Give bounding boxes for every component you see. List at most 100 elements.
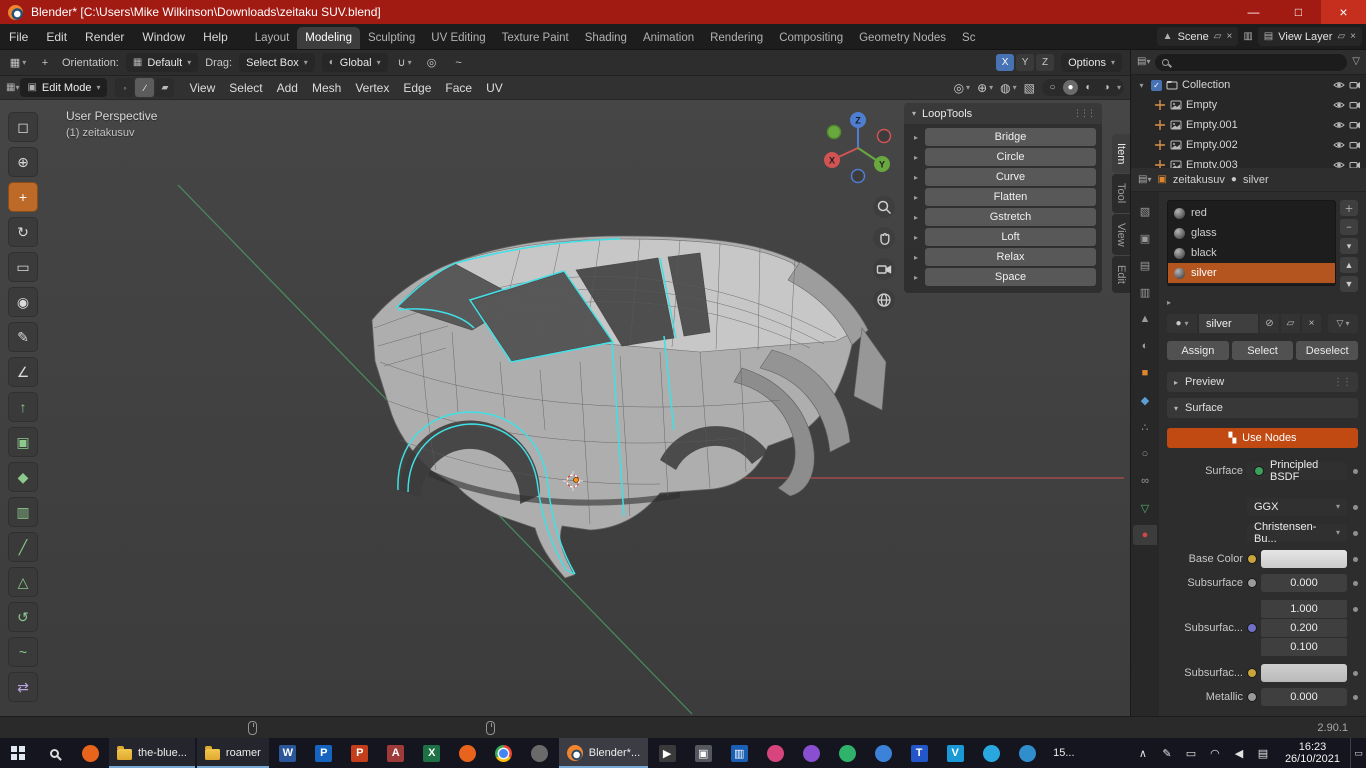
camera-icon[interactable]	[1349, 99, 1361, 111]
workspace-tab[interactable]: Modeling	[297, 27, 360, 50]
material-action-button[interactable]: Assign	[1167, 341, 1229, 360]
titlebar[interactable]: Blender* [C:\Users\Mike Wilkinson\Downlo…	[0, 0, 1366, 24]
weather-widget[interactable]: 15...	[1045, 738, 1082, 768]
breadcrumb-material[interactable]: silver	[1243, 174, 1269, 186]
green-app-icon[interactable]	[829, 738, 865, 768]
breadcrumb-object[interactable]: zeitakusuv	[1173, 174, 1225, 186]
chrome-icon[interactable]	[486, 738, 522, 768]
looptools-operator-button[interactable]: Bridge	[925, 128, 1096, 146]
select-box-tool[interactable]: ◻	[8, 112, 38, 142]
tab-world[interactable]: ◐	[1133, 336, 1157, 356]
viewport-menu-item[interactable]: UV	[479, 81, 510, 95]
material-slot[interactable]: silver	[1168, 263, 1335, 283]
video-app-icon[interactable]: ▶	[649, 738, 685, 768]
eye-icon[interactable]	[1333, 139, 1345, 151]
distribution-dropdown[interactable]: GGX ▾	[1247, 498, 1347, 516]
remove-slot-button[interactable]: −	[1340, 219, 1358, 235]
wireframe-shading-button[interactable]: ○	[1045, 80, 1060, 95]
expand-arrow-icon[interactable]: ▸	[910, 233, 922, 242]
remove-layer-icon[interactable]: ×	[1350, 32, 1356, 42]
tab-view-layer[interactable]: ▥	[1133, 282, 1157, 302]
material-action-button[interactable]: Deselect	[1296, 341, 1358, 360]
tool-settings-icon[interactable]: ▦▾	[8, 53, 28, 72]
subsurface-color-swatch[interactable]	[1261, 664, 1347, 682]
scale-tool[interactable]: ▭	[8, 252, 38, 282]
material-slot[interactable]: glass	[1168, 223, 1335, 243]
viewport-menu-item[interactable]: Mesh	[305, 81, 348, 95]
looptools-operator-button[interactable]: Circle	[925, 148, 1096, 166]
eye-icon[interactable]	[1333, 159, 1345, 168]
visibility-dropdown-icon[interactable]: ◎▾	[954, 81, 971, 95]
material-browse-button[interactable]: ●▾	[1167, 314, 1197, 333]
pan-hand-button[interactable]	[873, 227, 895, 249]
new-material-button[interactable]: ▱	[1281, 314, 1300, 333]
pen-icon[interactable]: ✎	[1155, 738, 1179, 768]
unlink-scene-icon[interactable]: ×	[1226, 32, 1232, 42]
neg-x-axis-handle[interactable]	[878, 130, 891, 143]
loop-cut-tool[interactable]: ▥	[8, 497, 38, 527]
xray-toggle-icon[interactable]: ▧	[1024, 81, 1035, 95]
purple-app-icon[interactable]	[793, 738, 829, 768]
snap-magnet-icon[interactable]: ∪▾	[395, 53, 415, 72]
firefox-icon[interactable]	[450, 738, 486, 768]
sidebar-tab[interactable]: Item	[1112, 134, 1130, 173]
camera-icon[interactable]	[1349, 119, 1361, 131]
subsurface-method-dropdown[interactable]: Christensen-Bu... ▾	[1247, 524, 1347, 542]
tab-render[interactable]: ▣	[1133, 228, 1157, 248]
camera-view-button[interactable]	[873, 258, 895, 280]
workspace-tab[interactable]: Animation	[635, 27, 702, 50]
preview-panel-header[interactable]: ▸ Preview ⋮⋮	[1167, 372, 1358, 392]
outliner-search-input[interactable]	[1155, 54, 1347, 71]
slot-specials-button[interactable]: ▾	[1340, 238, 1358, 254]
neg-y-axis-handle[interactable]	[828, 126, 841, 139]
animate-dot[interactable]	[1353, 695, 1358, 700]
hidden-icons-button[interactable]: ∧	[1131, 738, 1155, 768]
new-layer-icon[interactable]: ▱	[1337, 32, 1345, 42]
metallic-value-field[interactable]: 0.000	[1261, 688, 1347, 706]
menu-item[interactable]: Edit	[37, 24, 76, 50]
expand-arrow-icon[interactable]: ▸	[910, 273, 922, 282]
start-button[interactable]	[0, 738, 36, 768]
zoom-button[interactable]	[873, 196, 895, 218]
tab-object-data[interactable]: ▽	[1133, 498, 1157, 518]
overlays-toggle-icon[interactable]: ◍▾	[1000, 81, 1017, 95]
action-center-button[interactable]: ▭	[1350, 738, 1366, 768]
workspace-tab[interactable]: Rendering	[702, 27, 771, 50]
workspace-tab[interactable]: Compositing	[771, 27, 851, 50]
transform-space-dropdown[interactable]: ◐ Global ▾	[322, 53, 388, 72]
panel-grip-icon[interactable]: ⋮⋮	[1333, 377, 1351, 388]
viewport-menu-item[interactable]: Select	[222, 81, 269, 95]
material-slot[interactable]: black	[1168, 243, 1335, 263]
mirror-axis-toggle[interactable]: X	[996, 54, 1014, 71]
extrude-region-tool[interactable]: ↑	[8, 392, 38, 422]
material-slot[interactable]: red	[1168, 203, 1335, 223]
unlink-material-button[interactable]: ×	[1302, 314, 1321, 333]
powerpoint-icon[interactable]: P	[342, 738, 378, 768]
ortho-toggle-button[interactable]	[873, 289, 895, 311]
viewport-menu-item[interactable]: Face	[438, 81, 479, 95]
sidebar-tab[interactable]: Tool	[1112, 174, 1130, 212]
visual-studio-icon[interactable]: V	[937, 738, 973, 768]
teams-icon[interactable]: T	[901, 738, 937, 768]
neg-z-axis-handle[interactable]	[852, 170, 865, 183]
view-layer-selector[interactable]: ▤ View Layer ▱ ×	[1258, 27, 1362, 46]
blender-logo-icon[interactable]	[8, 5, 23, 20]
3d-viewport-canvas[interactable]: User Perspective (1) zeitakusuv ◻ ⊕ +	[0, 100, 1130, 716]
expand-arrow-icon[interactable]: ▸	[910, 153, 922, 162]
camera-icon[interactable]	[1349, 79, 1361, 91]
eye-icon[interactable]	[1333, 119, 1345, 131]
looptools-operator-button[interactable]: Space	[925, 268, 1096, 286]
looptools-operator-button[interactable]: Gstretch	[925, 208, 1096, 226]
blue-app-icon[interactable]: ▥	[721, 738, 757, 768]
outliner-row-empty[interactable]: Empty.002	[1131, 135, 1366, 155]
workspace-tab[interactable]: Geometry Nodes	[851, 27, 954, 50]
edge-slide-tool[interactable]: ⇄	[8, 672, 38, 702]
looptools-operator-button[interactable]: Flatten	[925, 188, 1096, 206]
knife-tool[interactable]: ╱	[8, 532, 38, 562]
explorer-window-button[interactable]: roamer	[197, 738, 269, 768]
explorer-window-button[interactable]: the-blue...	[109, 738, 195, 768]
animate-dot[interactable]	[1353, 671, 1358, 676]
looptools-operator-button[interactable]: Relax	[925, 248, 1096, 266]
mirror-axis-toggle[interactable]: Y	[1016, 54, 1034, 71]
expand-arrow-icon[interactable]: ▸	[910, 133, 922, 142]
